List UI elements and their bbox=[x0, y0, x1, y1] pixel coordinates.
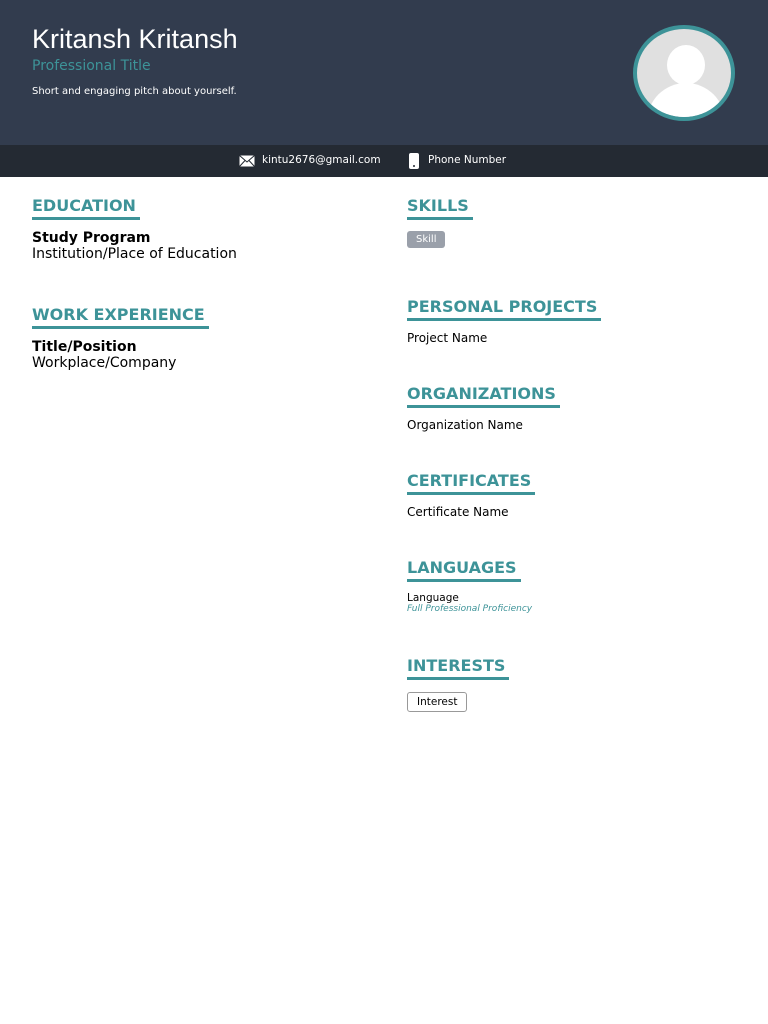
language-name: Language bbox=[407, 592, 459, 604]
projects-section: PERSONAL PROJECTS Project Name bbox=[407, 297, 602, 345]
email-icon bbox=[239, 155, 255, 167]
organizations-heading: ORGANIZATIONS bbox=[407, 384, 560, 408]
certificate-name: Certificate Name bbox=[407, 505, 509, 519]
avatar-body-icon bbox=[647, 83, 725, 117]
projects-heading: PERSONAL PROJECTS bbox=[407, 297, 602, 321]
project-name: Project Name bbox=[407, 331, 488, 345]
certificates-section: CERTIFICATES Certificate Name bbox=[407, 471, 536, 519]
phone-icon bbox=[409, 153, 419, 169]
interests-heading: INTERESTS bbox=[407, 656, 510, 680]
education-heading: EDUCATION bbox=[32, 196, 140, 220]
organizations-section: ORGANIZATIONS Organization Name bbox=[407, 384, 560, 432]
contact-bar: kintu2676@gmail.com Phone Number bbox=[0, 145, 768, 177]
person-name: Kritansh Kritansh bbox=[32, 24, 238, 54]
avatar-head-icon bbox=[667, 45, 705, 85]
education-section: EDUCATION Study Program Institution/Plac… bbox=[32, 196, 237, 262]
interest-tag: Interest bbox=[407, 692, 468, 712]
organization-name: Organization Name bbox=[407, 418, 523, 432]
certificates-heading: CERTIFICATES bbox=[407, 471, 536, 495]
study-program: Study Program bbox=[32, 230, 151, 246]
header: Kritansh Kritansh Professional Title Sho… bbox=[0, 0, 768, 145]
email-text[interactable]: kintu2676@gmail.com bbox=[262, 154, 381, 166]
skill-tag: Skill bbox=[407, 231, 446, 248]
skills-section: SKILLS Skill bbox=[407, 196, 473, 248]
work-heading: WORK EXPERIENCE bbox=[32, 305, 209, 329]
languages-section: LANGUAGES Language Full Professional Pro… bbox=[407, 558, 532, 614]
languages-heading: LANGUAGES bbox=[407, 558, 521, 582]
avatar[interactable] bbox=[633, 25, 735, 121]
interests-section: INTERESTS Interest bbox=[407, 656, 510, 712]
language-level: Full Professional Proficiency bbox=[407, 604, 533, 614]
work-section: WORK EXPERIENCE Title/Position Workplace… bbox=[32, 305, 209, 371]
work-title: Title/Position bbox=[32, 339, 137, 355]
phone-text[interactable]: Phone Number bbox=[428, 154, 506, 166]
institution: Institution/Place of Education bbox=[32, 246, 237, 262]
work-company: Workplace/Company bbox=[32, 355, 177, 371]
skills-heading: SKILLS bbox=[407, 196, 473, 220]
pitch: Short and engaging pitch about yourself. bbox=[32, 86, 237, 97]
professional-title: Professional Title bbox=[32, 58, 151, 74]
